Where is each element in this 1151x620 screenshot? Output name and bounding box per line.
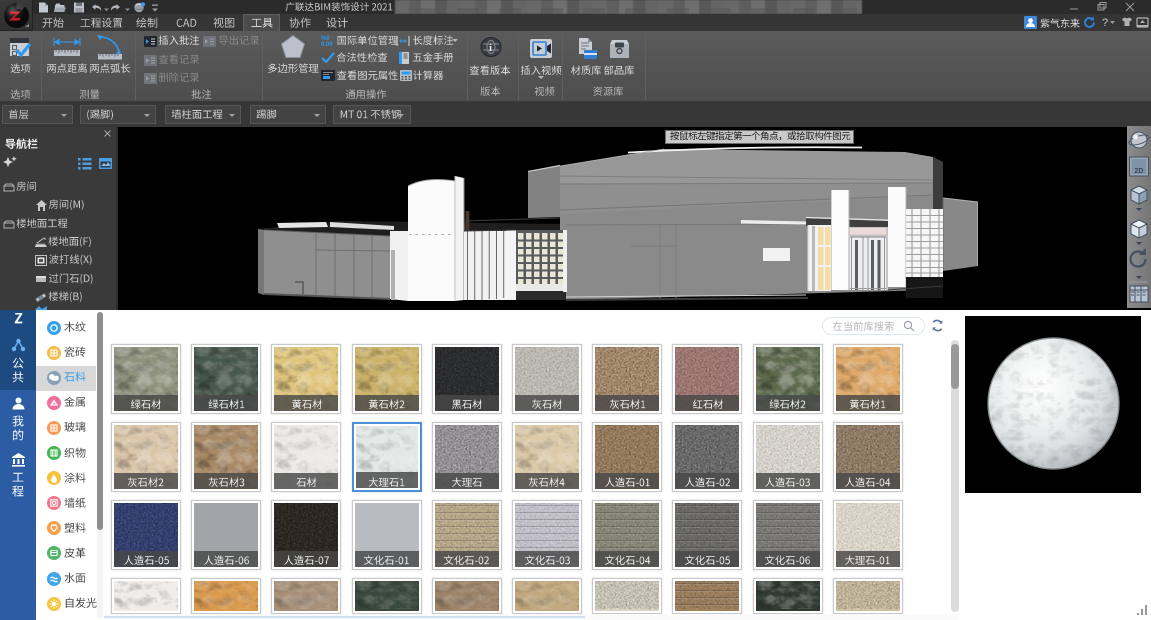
svg-text:?: ? [1102,17,1108,29]
svg-text:0.00: 0.00 [321,42,333,46]
svg-text:i: i [489,42,492,54]
svg-text:2D: 2D [1135,168,1144,175]
